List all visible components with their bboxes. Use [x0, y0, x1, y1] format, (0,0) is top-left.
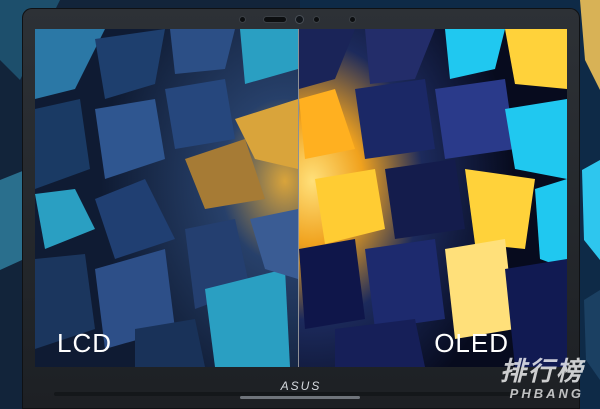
product-image: LCD OLED ASUS 排行榜 PHBANG — [0, 0, 600, 409]
oled-panel-art — [299, 29, 567, 367]
camera-bar — [22, 14, 580, 26]
watermark-sub: PHBANG — [509, 386, 584, 401]
ir-sensor — [264, 17, 286, 22]
webcam-lens — [296, 16, 303, 23]
watermark: 排行榜 PHBANG — [474, 351, 584, 405]
comparison-artwork — [35, 29, 567, 367]
display-screen: LCD OLED — [35, 29, 567, 367]
sensor-dot — [314, 17, 319, 22]
hinge-notch — [240, 396, 360, 399]
watermark-main: 排行榜 — [499, 356, 584, 386]
sensor-dot — [350, 17, 355, 22]
lcd-label: LCD — [57, 328, 113, 358]
laptop-lid: LCD OLED ASUS — [22, 8, 580, 409]
sensor-dot — [240, 17, 245, 22]
lcd-panel-art — [35, 29, 298, 367]
comparison-divider — [298, 29, 299, 367]
